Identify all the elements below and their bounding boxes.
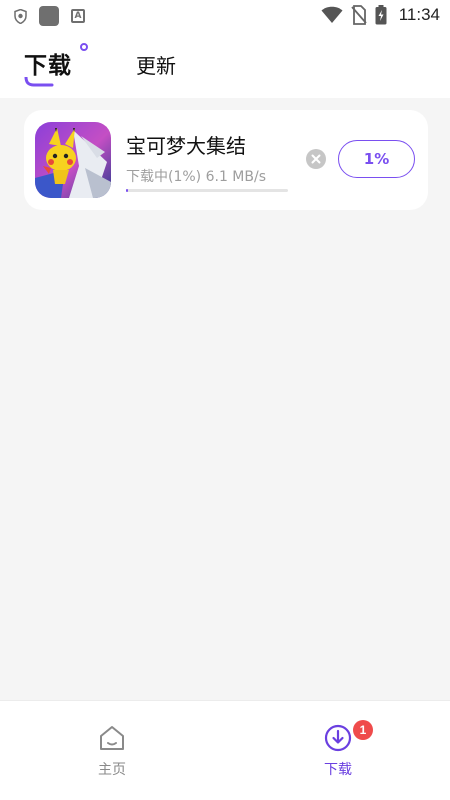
wifi-icon — [321, 6, 343, 24]
app-name: 宝可梦大集结 — [126, 134, 246, 158]
app-square-icon — [39, 6, 59, 26]
tab-dot-decoration — [80, 43, 88, 51]
font-a-icon: A — [71, 9, 85, 23]
download-count-badge: 1 — [353, 720, 373, 740]
download-item[interactable]: 宝可梦大集结 下载中(1%) 6.1 MB/s 1% — [24, 110, 428, 210]
status-bar: A 11:34 — [0, 0, 450, 32]
progress-bar — [126, 189, 288, 192]
nav-item-downloads[interactable]: 1 下载 — [308, 720, 373, 779]
bottom-navigation: 主页 1 下载 — [0, 700, 450, 800]
tab-downloads-label: 下载 — [24, 53, 72, 79]
tab-updates[interactable]: 更新 — [136, 50, 176, 79]
download-list: 宝可梦大集结 下载中(1%) 6.1 MB/s 1% — [0, 98, 450, 700]
status-bar-notifications: A — [14, 6, 85, 26]
tab-downloads[interactable]: 下载 — [24, 43, 88, 87]
nav-label-downloads: 下载 — [324, 762, 352, 778]
active-tab-indicator — [24, 77, 54, 87]
pokemon-unite-app-icon — [35, 122, 111, 198]
download-icon — [324, 724, 352, 752]
home-icon — [100, 726, 124, 750]
nav-item-home[interactable]: 主页 — [82, 723, 142, 779]
nav-label-home: 主页 — [98, 762, 126, 778]
download-progress-button[interactable]: 1% — [338, 140, 415, 178]
no-sim-icon — [351, 5, 367, 25]
header-tabs: 下载 更新 — [0, 32, 450, 98]
status-bar-time: 11:34 — [398, 5, 440, 24]
shield-icon — [14, 8, 27, 24]
cancel-download-button[interactable] — [306, 149, 326, 169]
progress-bar-fill — [126, 189, 129, 192]
battery-charging-icon — [375, 5, 387, 25]
status-bar-system: 11:34 — [321, 5, 440, 25]
close-icon — [311, 154, 321, 164]
download-status-text: 下载中(1%) 6.1 MB/s — [126, 169, 266, 185]
